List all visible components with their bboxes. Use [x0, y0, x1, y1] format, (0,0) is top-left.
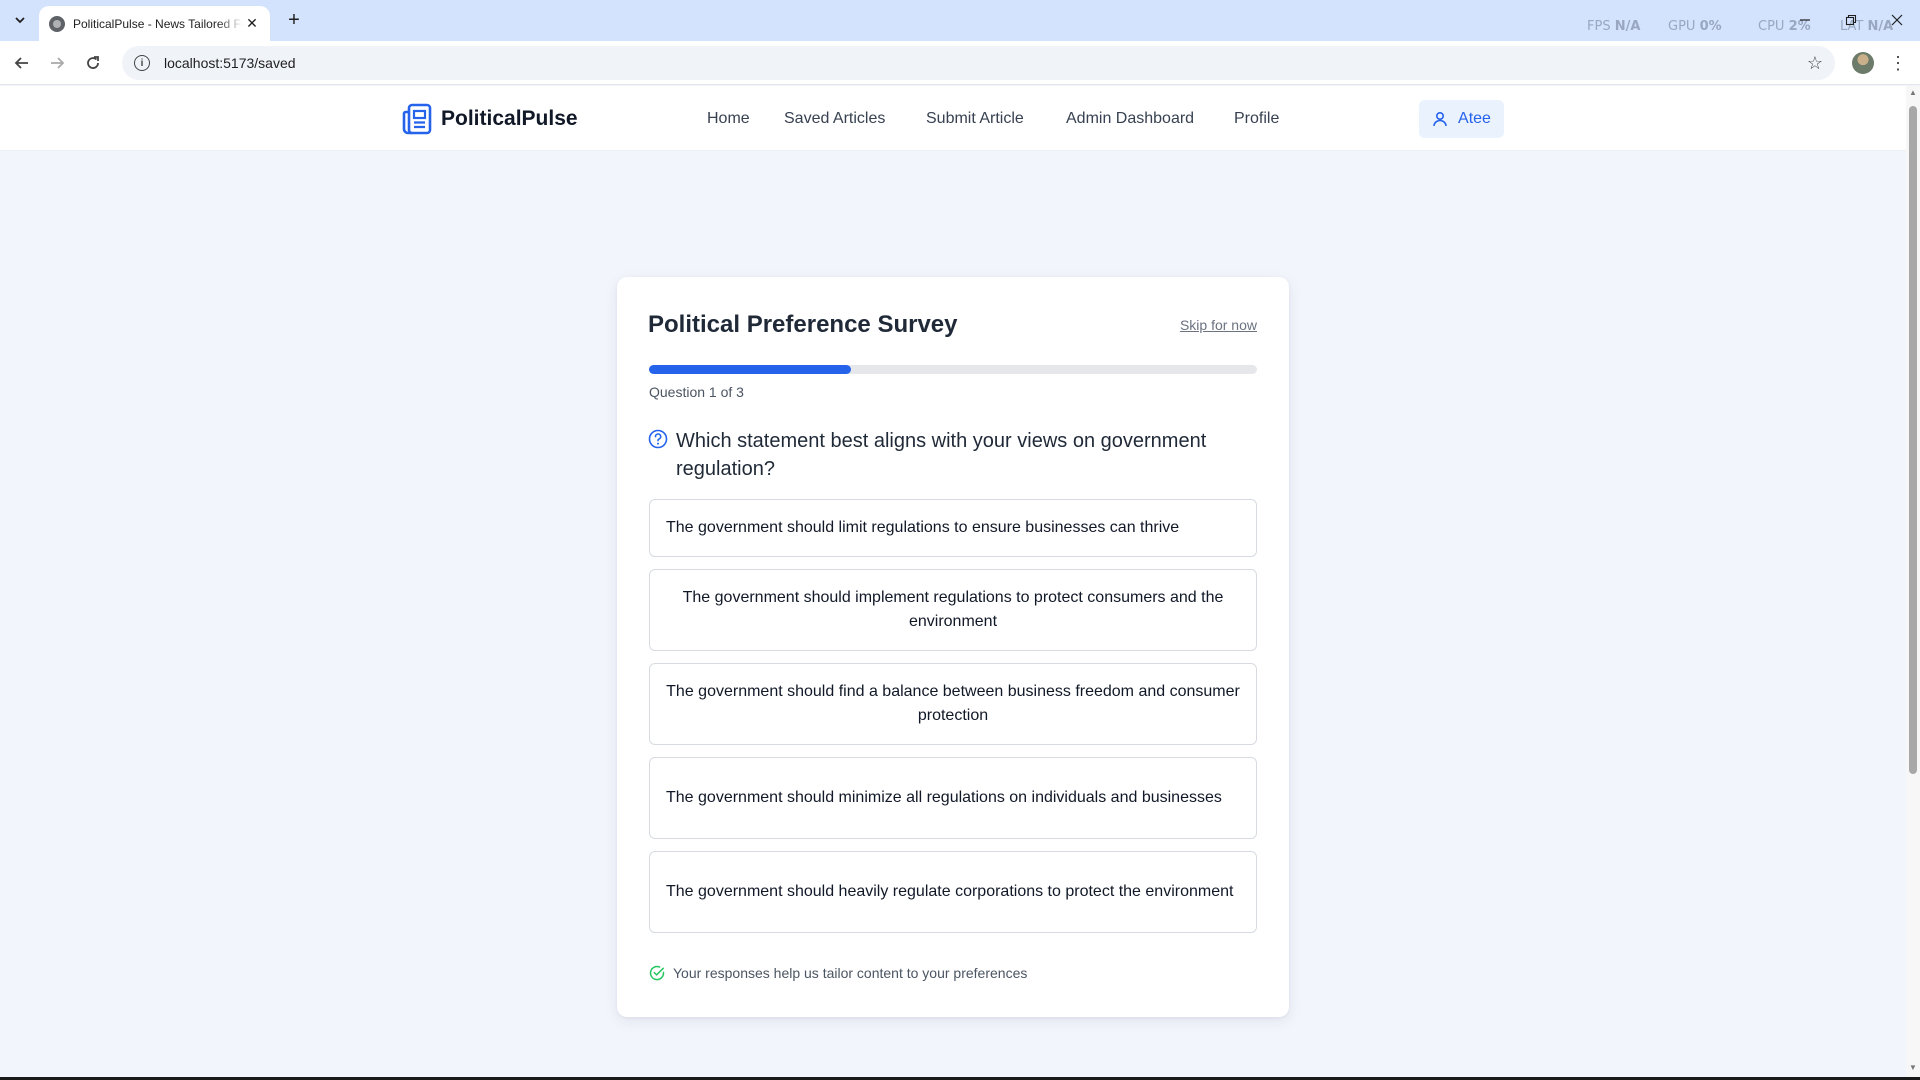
nav-admin-dashboard[interactable]: Admin Dashboard	[1066, 110, 1194, 128]
answer-option[interactable]: The government should minimize all regul…	[649, 757, 1257, 839]
page-scrollbar[interactable]: ▲ ▼	[1906, 86, 1920, 1077]
bookmark-star-icon[interactable]: ☆	[1807, 53, 1823, 74]
nav-home[interactable]: Home	[707, 110, 750, 128]
answer-option[interactable]: The government should limit regulations …	[649, 499, 1257, 557]
url-text[interactable]: localhost:5173/saved	[164, 55, 296, 71]
tab-title: PoliticalPulse - News Tailored For You	[73, 16, 243, 31]
site-header: PoliticalPulse Home Saved Articles Submi…	[0, 86, 1906, 151]
survey-title: Political Preference Survey	[648, 311, 958, 338]
check-circle-icon	[649, 965, 665, 981]
survey-card: Political Preference Survey Skip for now…	[617, 277, 1289, 1017]
question-circle-icon	[648, 429, 668, 449]
footnote-text: Your responses help us tailor content to…	[673, 965, 1028, 981]
answer-option[interactable]: The government should heavily regulate c…	[649, 851, 1257, 933]
forward-arrow-icon[interactable]	[45, 51, 69, 75]
new-tab-button[interactable]: +	[282, 8, 306, 32]
answer-option[interactable]: The government should implement regulati…	[649, 569, 1257, 651]
user-name: Atee	[1458, 110, 1491, 127]
brand-name: PoliticalPulse	[441, 107, 578, 130]
scroll-up-arrow-icon[interactable]: ▲	[1909, 88, 1917, 97]
reload-icon[interactable]	[81, 51, 105, 75]
user-icon	[1433, 111, 1447, 127]
fps-readout: FPS N/A	[1587, 19, 1641, 34]
minimize-icon[interactable]	[1795, 10, 1815, 30]
browser-profile-avatar[interactable]	[1852, 52, 1874, 74]
scroll-down-arrow-icon[interactable]: ▼	[1909, 1063, 1917, 1072]
skip-for-now-link[interactable]: Skip for now	[1180, 317, 1257, 333]
progress-text: Question 1 of 3	[649, 384, 744, 400]
back-arrow-icon[interactable]	[10, 51, 34, 75]
question-text: Which statement best aligns with your vi…	[676, 430, 1207, 480]
nav-saved-articles[interactable]: Saved Articles	[784, 110, 885, 128]
answer-option[interactable]: The government should find a balance bet…	[649, 663, 1257, 745]
nav-submit-article[interactable]: Submit Article	[926, 110, 1024, 128]
survey-question: Which statement best aligns with your vi…	[648, 427, 1258, 483]
restore-icon[interactable]	[1841, 10, 1861, 30]
gpu-readout: GPU 0%	[1668, 19, 1722, 34]
nav-profile[interactable]: Profile	[1234, 110, 1279, 128]
user-menu-button[interactable]: Atee	[1419, 100, 1504, 138]
browser-menu-icon[interactable]: ⋮	[1888, 51, 1908, 75]
browser-tab[interactable]: PoliticalPulse - News Tailored For You ✕	[39, 6, 270, 41]
survey-progress-bar	[649, 365, 1257, 374]
brand-logo[interactable]: PoliticalPulse	[402, 103, 578, 135]
site-info-icon[interactable]: i	[134, 55, 150, 71]
globe-icon	[49, 15, 65, 32]
survey-footnote: Your responses help us tailor content to…	[649, 965, 1027, 981]
newspaper-icon	[402, 103, 432, 135]
browser-tab-bar: PoliticalPulse - News Tailored For You ✕…	[0, 0, 1920, 41]
tab-search-chevron-icon[interactable]	[8, 8, 32, 32]
browser-toolbar: i localhost:5173/saved ☆ ⋮	[0, 41, 1920, 85]
survey-progress-fill	[649, 365, 852, 374]
scroll-thumb[interactable]	[1909, 106, 1917, 774]
tab-close-icon[interactable]: ✕	[244, 15, 260, 32]
close-window-icon[interactable]	[1887, 10, 1907, 30]
address-bar[interactable]: i localhost:5173/saved ☆	[122, 46, 1835, 80]
